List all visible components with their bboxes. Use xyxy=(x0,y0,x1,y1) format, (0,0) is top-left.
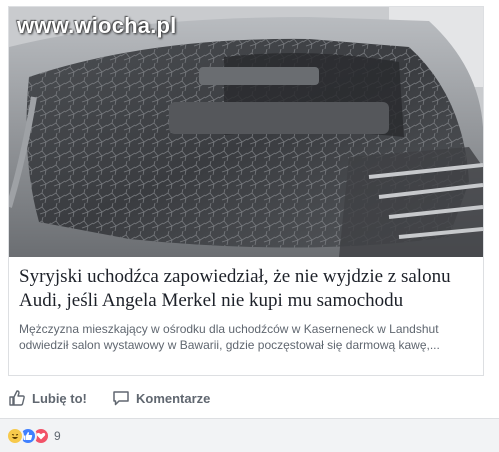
speech-bubble-icon xyxy=(113,391,129,406)
link-preview-image[interactable]: www.wiocha.pl xyxy=(9,7,483,257)
watermark-text: www.wiocha.pl xyxy=(17,13,177,38)
link-preview-info[interactable]: Syryjski uchodźca zapowiedział, że nie w… xyxy=(9,257,483,375)
like-button-label: Lubię to! xyxy=(32,390,87,406)
thumbs-up-icon xyxy=(9,390,25,406)
car-rear-window-image xyxy=(9,7,483,257)
link-preview-card[interactable]: www.wiocha.pl Syryjski uchodźca zapowied… xyxy=(8,6,484,376)
post-actions: Lubię to! Komentarze xyxy=(8,380,484,416)
like-button[interactable]: Lubię to! xyxy=(8,380,87,416)
link-title[interactable]: Syryjski uchodźca zapowiedział, że nie w… xyxy=(19,265,469,313)
reactions-summary[interactable]: 9 xyxy=(0,418,499,452)
comment-button-label: Komentarze xyxy=(136,390,211,406)
comment-button[interactable]: Komentarze xyxy=(112,380,210,416)
reaction-count[interactable]: 9 xyxy=(54,429,61,443)
facebook-post: www.wiocha.pl Syryjski uchodźca zapowied… xyxy=(0,0,499,452)
link-description: Mężczyzna mieszkający w ośrodku dla ucho… xyxy=(19,322,440,352)
haha-reaction-icon xyxy=(6,426,24,445)
